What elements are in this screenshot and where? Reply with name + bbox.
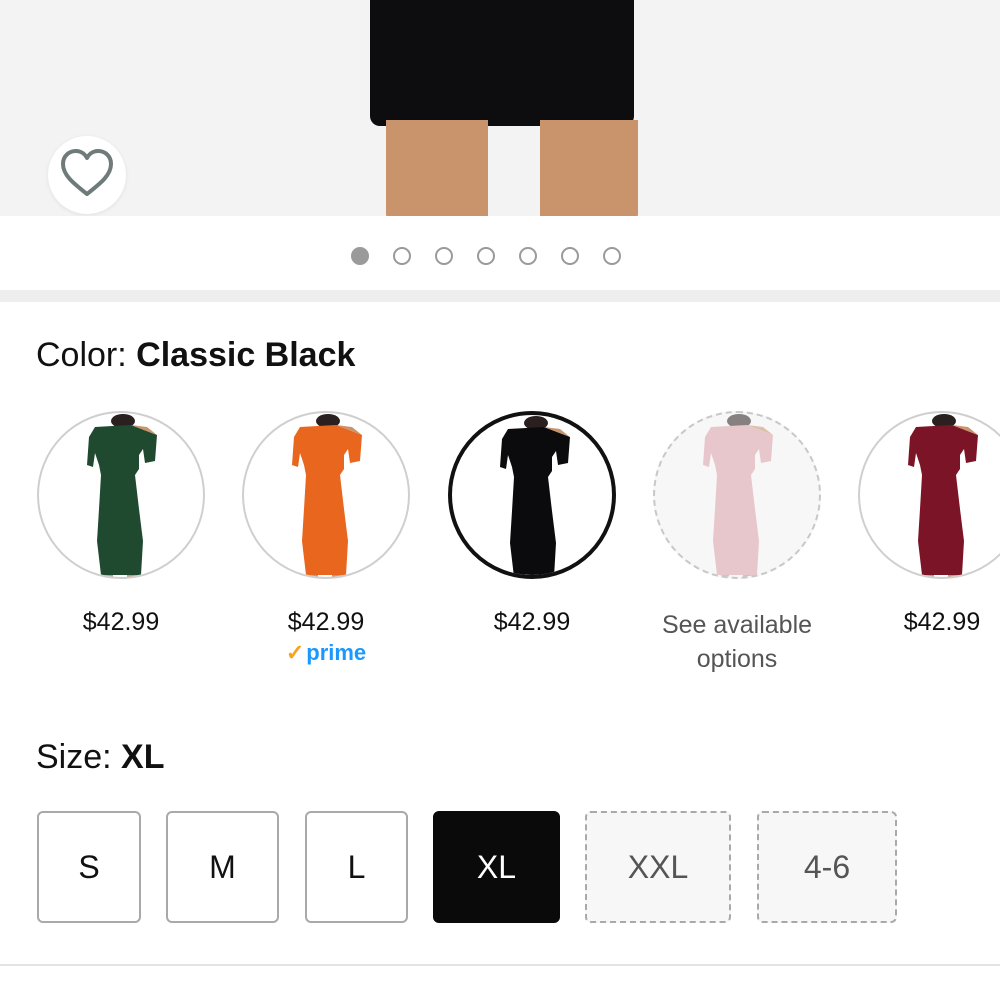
size-selected-value: XL xyxy=(121,738,165,776)
section-divider xyxy=(0,290,1000,302)
swatch-price: $42.99 xyxy=(82,608,160,636)
swatch-price: $42.99 xyxy=(287,608,365,636)
carousel-dot[interactable] xyxy=(603,247,621,265)
prime-check-icon: ✓ xyxy=(285,640,305,665)
size-heading: Size: XL xyxy=(36,738,165,777)
dress-thumbnail xyxy=(908,414,978,577)
color-swatch[interactable] xyxy=(448,411,616,579)
carousel-dot[interactable] xyxy=(561,247,579,265)
prime-text: prime xyxy=(306,640,367,665)
size-option-s[interactable]: S xyxy=(37,811,141,923)
carousel-dot[interactable] xyxy=(519,247,537,265)
carousel-dots xyxy=(351,247,621,265)
color-heading: Color: Classic Black xyxy=(36,336,355,375)
product-image[interactable] xyxy=(0,0,1000,216)
favorite-button[interactable] xyxy=(48,136,126,214)
carousel-dot[interactable] xyxy=(351,247,369,265)
swatch-price: $42.99 xyxy=(903,608,981,636)
heart-outline-icon xyxy=(59,148,115,203)
size-option-m[interactable]: M xyxy=(166,811,279,923)
color-swatch[interactable] xyxy=(858,411,1000,579)
carousel-dot[interactable] xyxy=(393,247,411,265)
bottom-divider xyxy=(0,964,1000,966)
size-option-l[interactable]: L xyxy=(305,811,408,923)
size-option-xxl[interactable]: XXL xyxy=(585,811,731,923)
dress-thumbnail xyxy=(500,416,570,575)
size-option-4-6[interactable]: 4-6 xyxy=(757,811,897,923)
color-swatch[interactable] xyxy=(242,411,410,579)
size-option-xl[interactable]: XL xyxy=(433,811,560,923)
swatch-price: $42.99 xyxy=(493,608,571,636)
dress-skirt-image xyxy=(370,0,634,126)
color-selected-name: Classic Black xyxy=(136,336,356,374)
dress-thumbnail xyxy=(703,414,773,577)
carousel-dot[interactable] xyxy=(477,247,495,265)
size-label: Size: xyxy=(36,738,112,776)
dress-thumbnail xyxy=(292,414,362,577)
color-swatch[interactable] xyxy=(37,411,205,579)
dress-thumbnail xyxy=(87,414,157,577)
see-available-options-link[interactable]: See available options xyxy=(627,608,847,676)
prime-badge: ✓prime xyxy=(226,640,426,666)
dress-leg-right-image xyxy=(540,120,638,216)
carousel-dot[interactable] xyxy=(435,247,453,265)
color-label: Color: xyxy=(36,336,127,374)
color-swatch[interactable] xyxy=(653,411,821,579)
dress-leg-left-image xyxy=(386,120,488,216)
